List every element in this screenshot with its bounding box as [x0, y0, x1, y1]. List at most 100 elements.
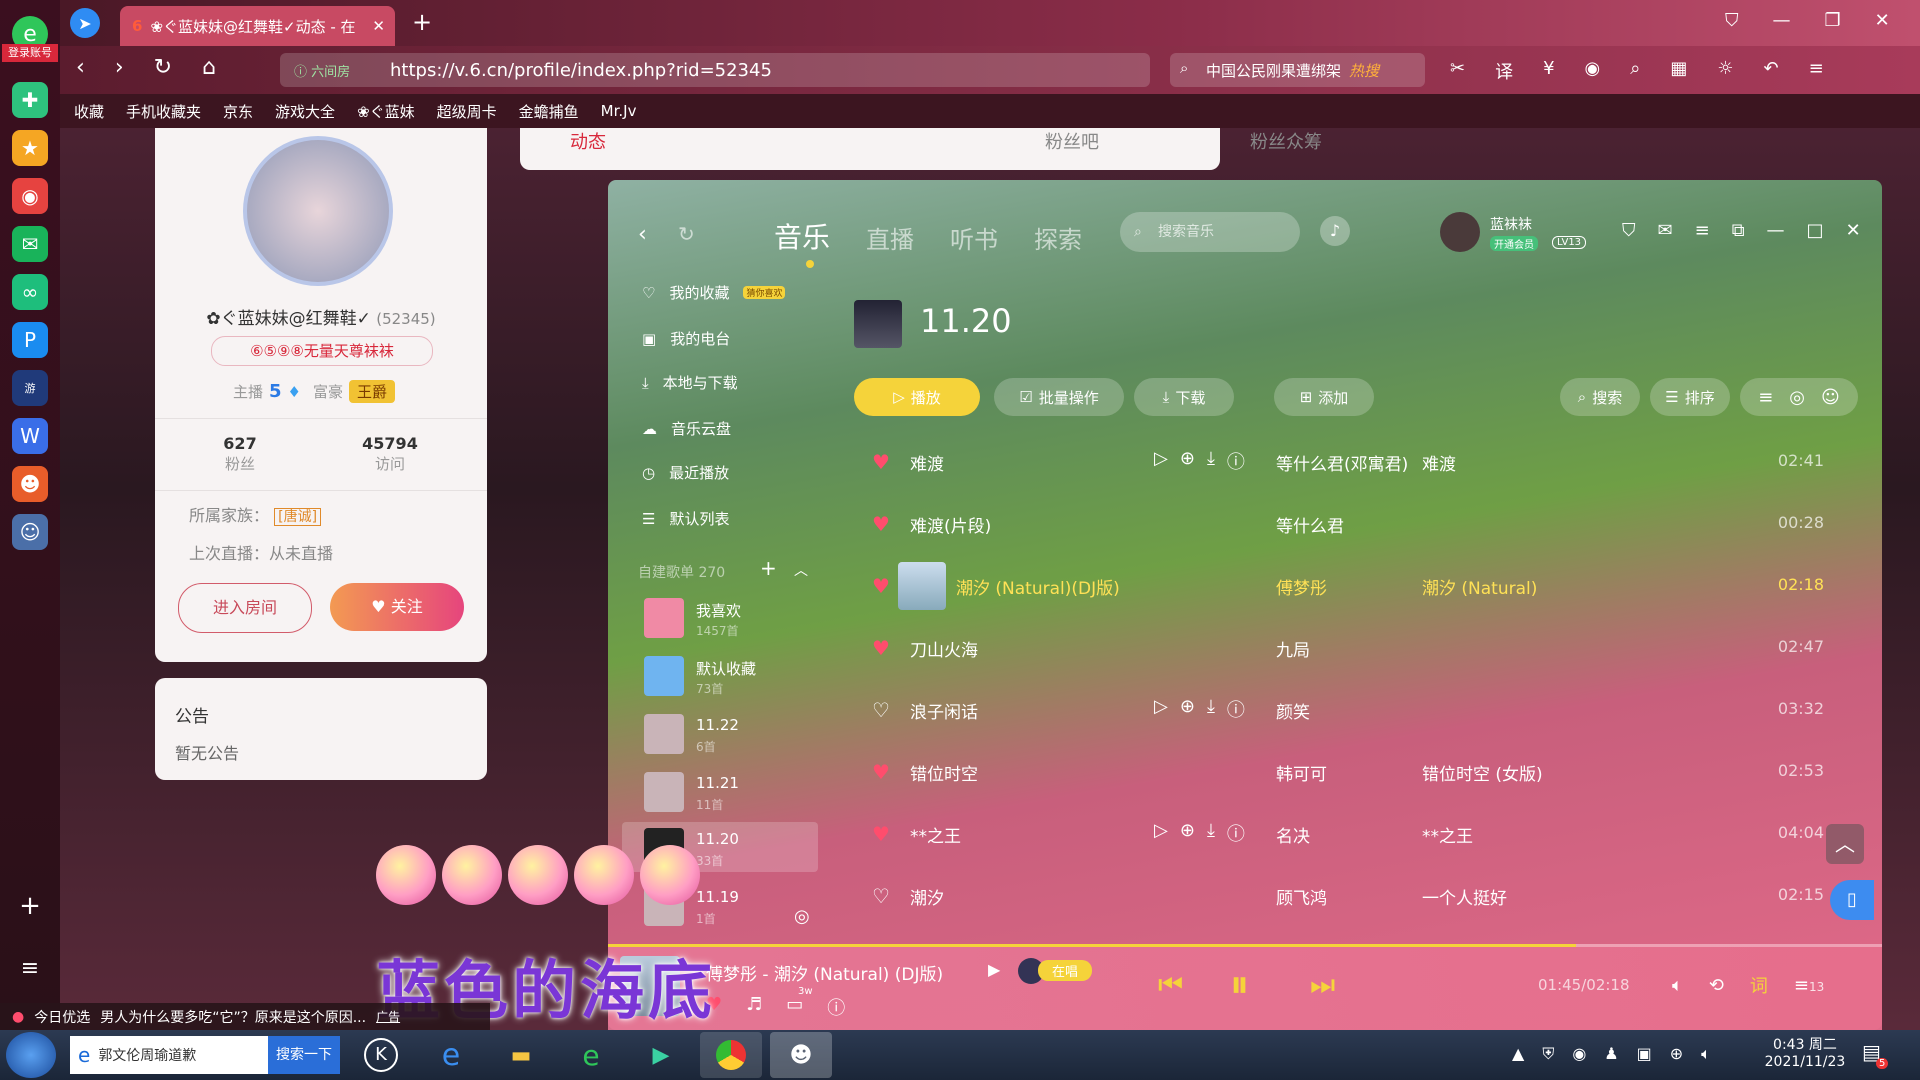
song-row[interactable]: ♥ 错位时空 韩可可 错位时空 (女版) 02:53 — [854, 746, 1844, 798]
restore-icon[interactable]: ❐ — [1825, 10, 1841, 31]
maximize-icon[interactable]: □ — [1807, 220, 1824, 241]
bookmark-item[interactable]: 手机收藏夹 — [126, 101, 201, 122]
nav-my-favorites[interactable]: ♡ 我的收藏 猜你喜欢 — [642, 282, 786, 303]
enter-room-button[interactable]: 进入房间 — [178, 583, 312, 633]
avatar-app-icon[interactable]: ☺ — [12, 514, 48, 550]
song-row[interactable]: ♥ 难渡 ▷ ⊕ ⤓ ⓘ 等什么君(邓寓君) 难渡 02:41 — [854, 436, 1844, 488]
lyrics-button[interactable]: 词 — [1750, 972, 1768, 998]
ticker-text[interactable]: 男人为什么要多吃“它”？原来是这个原因... — [100, 1007, 366, 1027]
weibo-icon[interactable]: ◉ — [12, 178, 48, 214]
minimize-icon[interactable]: — — [1767, 220, 1785, 241]
username[interactable]: 蓝袜袜 — [1490, 214, 1532, 234]
translate-icon[interactable]: 译 — [1495, 58, 1513, 84]
play-icon[interactable]: ▷ — [1154, 696, 1168, 722]
tab-explore[interactable]: 探索 — [1034, 220, 1082, 255]
menu-icon[interactable]: ≡ — [12, 950, 48, 986]
heart-outline-icon[interactable]: ♡ — [872, 698, 890, 722]
active-tab[interactable]: 6 ❀ぐ蓝妹妹@红舞鞋✓动态 - 在 ✕ — [120, 6, 395, 46]
view-switcher[interactable]: ≡ ◎ ☺ — [1740, 378, 1858, 416]
back-icon[interactable]: ‹ — [76, 55, 85, 80]
song-row[interactable]: ♡ 潮汐 顾飞鸿 一个人挺好 02:15 — [854, 870, 1844, 922]
queue-button[interactable]: ≡13 — [1794, 975, 1824, 996]
play-all-button[interactable]: ▷ 播放 — [854, 378, 980, 416]
batch-button[interactable]: ☑ 批量操作 — [994, 378, 1124, 416]
start-button[interactable] — [6, 1032, 56, 1078]
add-button[interactable]: ⊞ 添加 — [1274, 378, 1374, 416]
info-icon[interactable]: ⓘ — [827, 994, 845, 1020]
bookmark-item[interactable]: 京东 — [223, 101, 253, 122]
song-row[interactable]: ♥ 难渡(片段) 等什么君 00:28 — [854, 498, 1844, 550]
mini-mode-icon[interactable]: ⧉ — [1732, 220, 1745, 241]
song-album[interactable]: 潮汐 (Natural) — [1422, 574, 1537, 599]
liked-heart-icon[interactable]: ♥ — [872, 574, 890, 598]
song-artist[interactable]: 等什么君(邓寓君) — [1276, 450, 1408, 475]
zoom-icon[interactable]: ⌕ — [1630, 58, 1640, 84]
vip-sound-icon[interactable]: ♬ — [746, 994, 762, 1020]
clock-time[interactable]: 0:43 周二 — [1760, 1034, 1850, 1054]
liked-heart-icon[interactable]: ♥ — [872, 512, 890, 536]
song-album[interactable]: 错位时空 (女版) — [1422, 760, 1543, 785]
navigate-icon[interactable]: ➤ — [70, 8, 100, 38]
play-icon[interactable]: ▷ — [1154, 448, 1168, 474]
tab-fans-group[interactable]: 粉丝众筹 — [1250, 128, 1322, 154]
info-icon[interactable]: ⓘ — [1227, 820, 1245, 846]
add-to-icon[interactable]: ⊕ — [1180, 448, 1195, 474]
add-icon[interactable]: + — [12, 888, 48, 924]
liked-heart-icon[interactable]: ♥ — [872, 760, 890, 784]
address-bar[interactable]: ⓘ 六间房 https://v.6.cn/profile/index.php?r… — [280, 53, 1150, 87]
clock-date[interactable]: 2021/11/23 — [1760, 1054, 1850, 1070]
music-app-taskbar-icon[interactable]: ☻ — [770, 1032, 832, 1078]
list-view-icon[interactable]: ≡ — [1758, 387, 1773, 408]
heart-outline-icon[interactable]: ♡ — [872, 884, 890, 908]
nav-cloud[interactable]: ☁ 音乐云盘 — [642, 418, 731, 439]
tab-audiobook[interactable]: 听书 — [950, 220, 998, 255]
tray-browser-icon[interactable]: ◉ — [1572, 1044, 1586, 1064]
tab-dynamic[interactable]: 动态 — [570, 128, 606, 154]
song-artist[interactable]: 韩可可 — [1276, 760, 1327, 785]
follow-button[interactable]: ♥ 关注 — [330, 583, 464, 631]
pause-icon[interactable]: ⏸ — [1230, 962, 1249, 1007]
word-icon[interactable]: W — [12, 418, 48, 454]
back-icon[interactable]: ‹ — [638, 222, 647, 247]
song-artist[interactable]: 九局 — [1276, 636, 1310, 661]
info-icon[interactable]: ⓘ — [1227, 696, 1245, 722]
playlist-item[interactable]: 默认收藏 73首 — [644, 656, 824, 706]
kugou-icon[interactable]: K — [350, 1032, 412, 1078]
coin-icon[interactable]: ¥ — [1543, 58, 1554, 84]
news-ticker[interactable]: ● 今日优选 男人为什么要多吃“它”？原来是这个原因... 广告 — [0, 1003, 490, 1030]
scroll-top-button[interactable]: ︿ — [1826, 824, 1864, 864]
tab-music[interactable]: 音乐 — [774, 216, 830, 256]
target-icon[interactable]: ◎ — [1789, 387, 1805, 408]
brightness-icon[interactable]: ☼ — [1717, 58, 1733, 84]
liked-heart-icon[interactable]: ♥ — [872, 636, 890, 660]
reload-icon[interactable]: ↻ — [154, 55, 172, 80]
download-button[interactable]: ⤓ 下载 — [1134, 378, 1234, 416]
menu-icon[interactable]: ≡ — [1695, 220, 1710, 241]
tray-expand-icon[interactable]: ▲ — [1512, 1044, 1524, 1064]
playlist-item[interactable]: 11.22 6首 — [644, 714, 824, 764]
p-app-icon[interactable]: P — [12, 322, 48, 358]
link-icon[interactable]: ∞ — [12, 274, 48, 310]
login-label[interactable]: 登录账号 — [2, 44, 58, 62]
bookmark-item[interactable]: ❀ぐ蓝妹 — [357, 101, 415, 122]
search-button[interactable]: 搜索一下 — [268, 1036, 340, 1074]
play-icon[interactable]: ▷ — [1154, 820, 1168, 846]
folder-icon[interactable]: ▬ — [490, 1032, 552, 1078]
ie-search-text[interactable]: 郭文伦周瑜道歉 — [98, 1045, 248, 1065]
star-icon[interactable]: ★ — [12, 130, 48, 166]
game-icon[interactable]: ☻ — [12, 466, 48, 502]
song-row[interactable]: ♥ 刀山火海 九局 02:47 — [854, 622, 1844, 674]
gamepad-icon[interactable]: ◉ — [1585, 58, 1601, 84]
user-avatar[interactable] — [1440, 212, 1480, 252]
minimize-icon[interactable]: — — [1773, 10, 1791, 31]
close-icon[interactable]: ✕ — [1846, 220, 1861, 241]
browser-search-box[interactable]: ⌕ 中国公民刚果遭绑架 热搜 — [1170, 53, 1425, 87]
download-icon[interactable]: ⤓ — [1207, 696, 1215, 722]
more-menu-icon[interactable]: ≡ — [1809, 58, 1824, 84]
speaker-icon[interactable]: 🔈︎ — [1701, 1044, 1711, 1064]
download-icon[interactable]: ⤓ — [1207, 448, 1215, 474]
new-tab-icon[interactable]: + — [412, 8, 432, 36]
collapse-icon[interactable]: ︿ — [794, 560, 808, 580]
mv-icon[interactable]: ▶ — [988, 960, 1000, 979]
avatar[interactable] — [243, 136, 393, 286]
